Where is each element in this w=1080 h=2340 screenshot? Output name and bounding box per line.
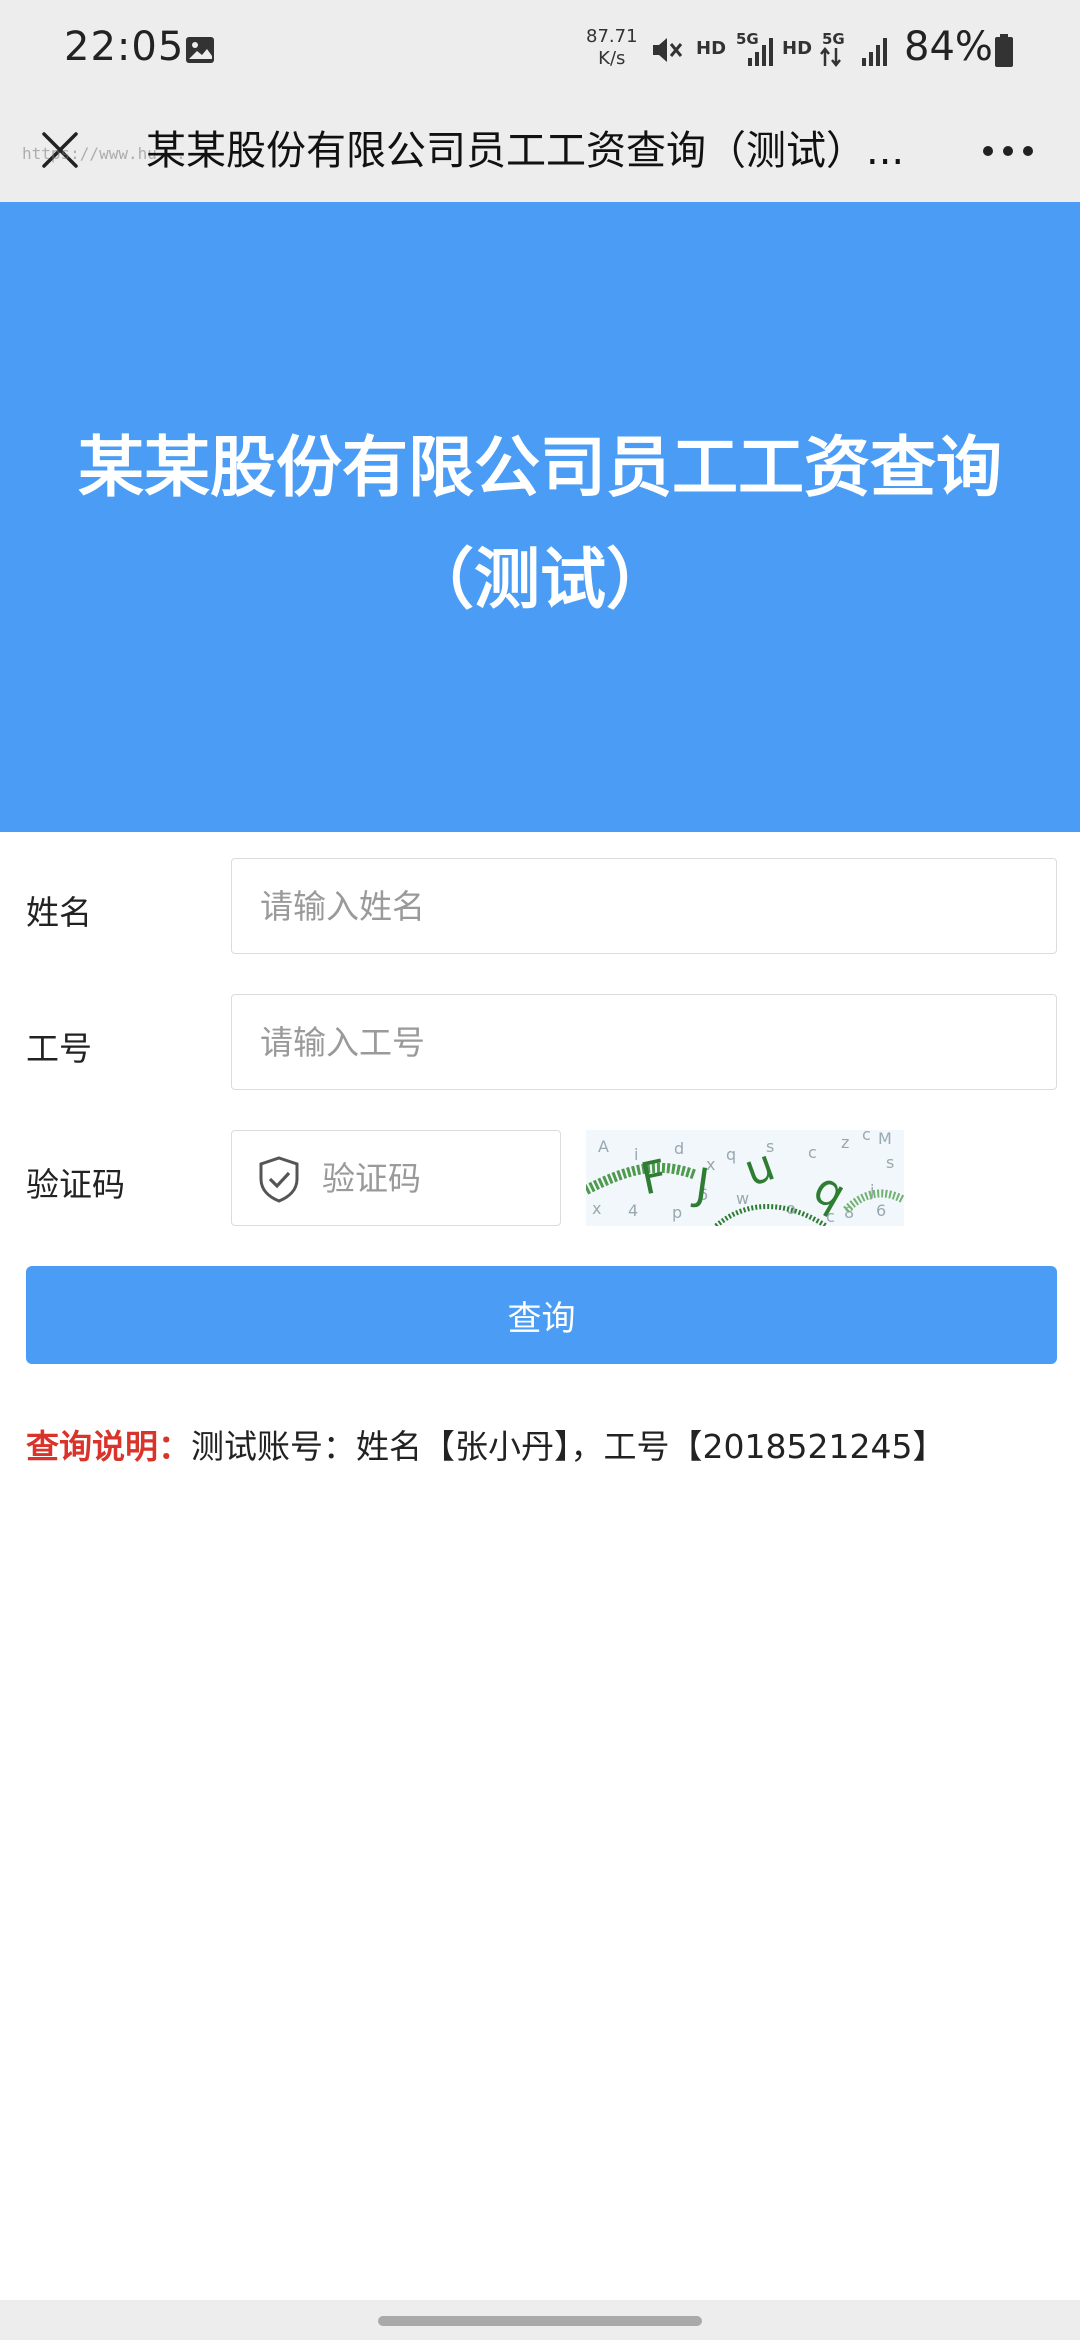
mute-icon (653, 38, 683, 62)
svg-text:M: M (878, 1130, 892, 1148)
svg-text:s: s (886, 1153, 894, 1172)
home-gesture-handle[interactable] (378, 2316, 702, 2326)
query-button[interactable]: 查询 (26, 1266, 1057, 1364)
page-title-line2: （测试） (408, 541, 672, 618)
svg-text:c: c (862, 1130, 871, 1144)
speed-unit: K/s (598, 48, 626, 69)
signal-icon (748, 38, 773, 66)
more-options-icon[interactable] (978, 126, 1038, 176)
window-title: 某某股份有限公司员工工资查询（测试）... (146, 128, 905, 174)
svg-text:p: p (672, 1203, 682, 1222)
status-bar: 22:05 87.71 K/s HD 5G HD 5G 84% (0, 0, 1080, 100)
data-arrows-icon (820, 46, 841, 68)
employee-id-label: 工号 (26, 1029, 92, 1068)
image-icon (186, 37, 214, 63)
svg-text:c: c (808, 1143, 817, 1162)
name-label: 姓名 (26, 893, 92, 932)
svg-text:6: 6 (876, 1201, 886, 1220)
battery-icon (995, 34, 1013, 67)
captcha-field[interactable] (231, 1130, 561, 1226)
instructions-label: 查询说明： (26, 1427, 191, 1466)
title-bar: https://www.hu... 某某股份有限公司员工工资查询（测试）... (0, 100, 1080, 202)
captcha-input[interactable] (322, 1131, 552, 1225)
svg-text:4: 4 (628, 1201, 638, 1220)
captcha-label: 验证码 (26, 1165, 125, 1204)
employee-id-input[interactable] (231, 994, 1057, 1090)
page-title: 某某股份有限公司员工工资查询 （测试） (40, 412, 1040, 636)
hd-label: HD (696, 38, 727, 59)
svg-text:x: x (592, 1199, 601, 1218)
speed-value: 87.71 (586, 26, 638, 47)
svg-text:d: d (674, 1139, 684, 1158)
shield-check-icon (259, 1156, 299, 1203)
svg-text:z: z (841, 1133, 849, 1152)
hd-label: HD (782, 38, 813, 59)
instructions-text: 测试账号：姓名【张小丹】，工号【2018521245】 (191, 1427, 946, 1466)
captcha-image[interactable]: Aid xq s cz c Msx 4 pw oc8 6j6 F J u q (586, 1130, 904, 1226)
svg-text:w: w (736, 1189, 749, 1208)
hero-banner: 某某股份有限公司员工工资查询 （测试） (0, 202, 1080, 832)
network-speed: 87.71 K/s (586, 26, 638, 70)
battery-percent: 84% (904, 24, 993, 70)
svg-text:q: q (726, 1145, 736, 1164)
page-title-line1: 某某股份有限公司员工工资查询 (78, 429, 1002, 506)
system-nav-bar (0, 2300, 1080, 2340)
query-instructions: 查询说明：测试账号：姓名【张小丹】，工号【2018521245】 (26, 1420, 945, 1468)
svg-text:A: A (598, 1137, 609, 1156)
status-time: 22:05 (64, 24, 185, 70)
signal-icon (862, 38, 887, 66)
name-input[interactable] (231, 858, 1057, 954)
